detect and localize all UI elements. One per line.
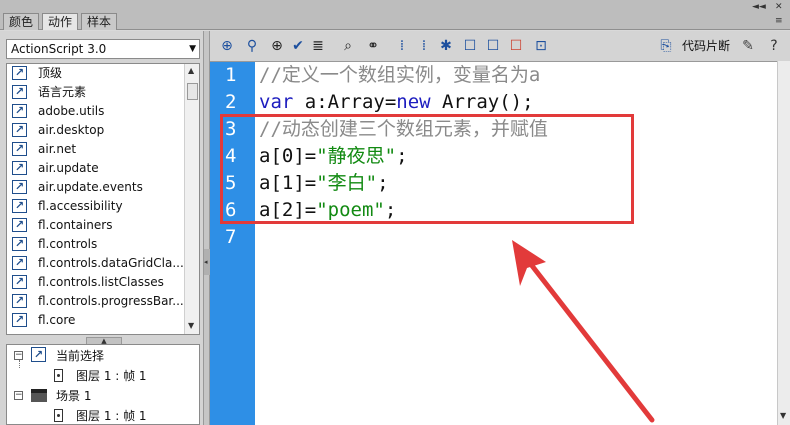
list-scrollbar[interactable]: ▲ ▼ xyxy=(184,64,199,334)
target-icon[interactable]: ⊕ xyxy=(269,38,285,54)
list-item[interactable]: ↗ 语言元素 xyxy=(7,83,185,102)
package-icon: ↗ xyxy=(12,218,27,232)
package-icon: ↗ xyxy=(12,237,27,251)
package-icon: ↗ xyxy=(12,66,27,80)
code-hint-icon[interactable]: ⌕ xyxy=(340,38,356,54)
remove-comment-icon[interactable]: ☐ xyxy=(508,38,524,54)
list-item[interactable]: ↗ air.update xyxy=(7,159,185,178)
package-icon: ↗ xyxy=(12,85,27,99)
actions-toolbox: ActionScript 3.0 ▼ ↗ 顶级 ↗ 语言元素 ↗ adobe.util… xyxy=(0,31,203,425)
package-icon: ↗ xyxy=(12,161,27,175)
scroll-down-icon[interactable]: ▼ xyxy=(188,321,194,330)
panel-menu-icon[interactable]: ≡ xyxy=(775,16,783,26)
keyword-token: var xyxy=(259,91,294,113)
collapse-braces-icon[interactable]: ⁞ xyxy=(394,38,410,54)
package-icon: ↗ xyxy=(12,142,27,156)
chevron-down-icon: ▼ xyxy=(189,44,196,54)
block-comment-icon[interactable]: ☐ xyxy=(462,38,478,54)
package-list: ↗ 顶级 ↗ 语言元素 ↗ adobe.utils ↗ air.desktop ↗ air… xyxy=(6,63,200,335)
package-icon: ↗ xyxy=(12,180,27,194)
list-item[interactable]: ↗ fl.containers xyxy=(7,216,185,235)
version-select-value: ActionScript 3.0 xyxy=(11,42,107,56)
check-syntax-icon[interactable]: ✔ xyxy=(290,38,306,54)
editor-scrollbar[interactable]: ▼ xyxy=(777,61,790,425)
list-item[interactable]: ↗ air.desktop xyxy=(7,121,185,140)
script-toolbar: ⊕ ⚲ ⊕ ✔ ≣ ⌕ ⚭ ⁞ ⁞ ✱ ☐ ☐ ☐ ⊡ ⎘ 代码片断 ✎ ? xyxy=(210,31,790,61)
tree-node-current-selection[interactable]: − ↗ 当前选择 xyxy=(7,346,197,366)
package-icon: ↗ xyxy=(12,199,27,213)
scroll-up-icon[interactable]: ▲ xyxy=(188,66,194,75)
collapse-selection-icon[interactable]: ⁞ xyxy=(416,38,432,54)
frame-script-icon xyxy=(54,369,63,382)
line-comment-icon[interactable]: ☐ xyxy=(485,38,501,54)
code-editor[interactable]: 1 2 3 4 5 6 7 //定义一个数组实例，变量名为a var a:Arr… xyxy=(210,61,777,425)
debug-options-icon[interactable]: ⚭ xyxy=(365,38,381,54)
collapse-panel-icon[interactable]: ◄◄ xyxy=(752,2,766,12)
scene-clapper-icon xyxy=(31,389,47,402)
frame-script-icon xyxy=(54,409,63,422)
code-line: var a:Array=new Array(); xyxy=(259,89,534,116)
list-item[interactable]: ↗ fl.core xyxy=(7,311,185,330)
tree-node-frame[interactable]: 图层 1 : 帧 1 xyxy=(7,406,197,424)
panel-tab-bar: 颜色 动作 样本 ◄◄ ✕ ≡ xyxy=(0,0,790,30)
collapse-node-icon[interactable]: − xyxy=(14,351,23,360)
list-item[interactable]: ↗ fl.accessibility xyxy=(7,197,185,216)
list-item[interactable]: ↗ fl.controls.dataGridCla... xyxy=(7,254,185,273)
find-icon[interactable]: ⚲ xyxy=(244,38,260,54)
scroll-down-icon[interactable]: ▼ xyxy=(780,411,786,420)
auto-format-icon[interactable]: ≣ xyxy=(310,38,326,54)
list-item[interactable]: ↗ fl.controls.progressBar... xyxy=(7,292,185,311)
list-item[interactable]: ↗ fl.controls xyxy=(7,235,185,254)
actionscript-version-select[interactable]: ActionScript 3.0 ▼ xyxy=(6,39,200,59)
package-icon: ↗ xyxy=(12,275,27,289)
code-line-comment: //定义一个数组实例，变量名为a xyxy=(259,64,541,86)
close-icon[interactable]: ✕ xyxy=(775,2,783,12)
list-item[interactable]: ↗ fl.controls.listClasses xyxy=(7,273,185,292)
line-number: 1 xyxy=(225,64,237,86)
selection-icon: ↗ xyxy=(31,347,46,362)
help-icon[interactable]: ? xyxy=(766,38,782,54)
collapse-node-icon[interactable]: − xyxy=(14,391,23,400)
expand-all-icon[interactable]: ✱ xyxy=(438,38,454,54)
package-icon: ↗ xyxy=(12,123,27,137)
tree-node-scene[interactable]: − 场景 1 xyxy=(7,386,197,406)
add-statement-icon[interactable]: ⊕ xyxy=(219,38,235,54)
code-token: Array(); xyxy=(430,91,534,113)
toolbox-collapse-strip: ◂ xyxy=(203,31,210,425)
list-item[interactable]: ↗ air.update.events xyxy=(7,178,185,197)
keyword-token: new xyxy=(396,91,431,113)
code-token: a:Array= xyxy=(293,91,397,113)
list-item[interactable]: ↗ 顶级 xyxy=(7,64,185,83)
show-hide-toolbox-icon[interactable]: ⊡ xyxy=(533,38,549,54)
code-snippets-icon: ⎘ xyxy=(660,38,672,54)
tab-actions[interactable]: 动作 xyxy=(42,13,79,30)
package-icon: ↗ xyxy=(12,256,27,270)
tab-swatches[interactable]: 样本 xyxy=(81,13,118,30)
package-icon: ↗ xyxy=(12,294,27,308)
package-icon: ↗ xyxy=(12,104,27,118)
list-item[interactable]: ↗ adobe.utils xyxy=(7,102,185,121)
line-number: 2 xyxy=(225,91,237,113)
package-icon: ↗ xyxy=(12,313,27,327)
scrollbar-thumb[interactable] xyxy=(187,83,198,100)
tree-node-frame[interactable]: 图层 1 : 帧 1 xyxy=(7,366,197,386)
tab-color[interactable]: 颜色 xyxy=(3,13,40,30)
list-item[interactable]: ↗ air.net xyxy=(7,140,185,159)
wizard-wand-icon[interactable]: ✎ xyxy=(740,38,756,54)
line-number: 7 xyxy=(225,226,237,248)
annotation-highlight-box xyxy=(220,114,634,224)
script-navigator: − ↗ 当前选择 图层 1 : 帧 1 − 场景 1 图层 1 : 帧 1 xyxy=(6,344,200,425)
